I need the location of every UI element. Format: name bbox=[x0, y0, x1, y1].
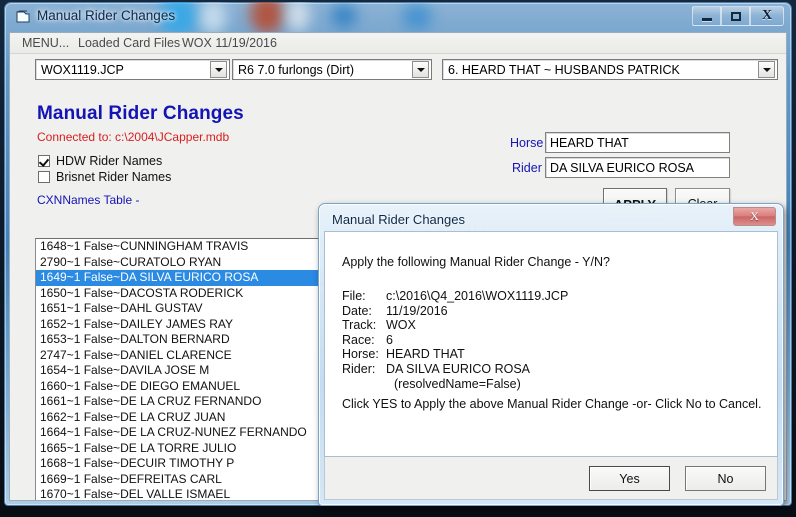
race-combo-value: R6 7.0 furlongs (Dirt) bbox=[238, 62, 355, 77]
list-item[interactable]: 1652~1 False~DAILEY JAMES RAY bbox=[36, 317, 324, 333]
dialog-question: Apply the following Manual Rider Change … bbox=[342, 255, 610, 269]
title-bar[interactable]: Manual Rider Changes X bbox=[4, 2, 792, 32]
entry-combo-value: 6. HEARD THAT ~ HUSBANDS PATRICK bbox=[448, 62, 680, 77]
dialog-title: Manual Rider Changes bbox=[332, 212, 465, 227]
file-combo[interactable]: WOX1119.JCP bbox=[35, 59, 230, 80]
list-item[interactable]: 1648~1 False~CUNNINGHAM TRAVIS bbox=[36, 239, 324, 255]
menu-item-track-date[interactable]: WOX 11/19/2016 bbox=[182, 36, 277, 50]
dialog-detail-value: DA SILVA EURICO ROSA bbox=[386, 361, 531, 376]
list-item[interactable]: 1653~1 False~DALTON BERNARD bbox=[36, 332, 324, 348]
chevron-down-icon[interactable] bbox=[412, 61, 429, 78]
no-button[interactable]: No bbox=[685, 466, 766, 491]
list-item[interactable]: 1660~1 False~DE DIEGO EMANUEL bbox=[36, 379, 324, 395]
minimize-button[interactable] bbox=[692, 6, 721, 26]
list-item[interactable]: 2747~1 False~DANIEL CLARENCE bbox=[36, 348, 324, 364]
file-combo-value: WOX1119.JCP bbox=[41, 62, 124, 77]
menu-item-loaded-card-files[interactable]: Loaded Card Files bbox=[78, 36, 180, 50]
close-icon: X bbox=[750, 209, 759, 223]
horse-input[interactable]: HEARD THAT bbox=[545, 132, 730, 153]
dialog-detail-key: Race: bbox=[342, 332, 375, 347]
connection-status: Connected to: c:\2004\JCapper.mdb bbox=[37, 130, 230, 144]
dialog-body: Apply the following Manual Rider Change … bbox=[324, 231, 778, 457]
dialog-detail-value: 6 bbox=[386, 332, 393, 347]
list-item[interactable]: 1662~1 False~DE LA CRUZ JUAN bbox=[36, 410, 324, 426]
cxn-names-table-label: CXNNames Table - bbox=[37, 193, 140, 207]
list-item[interactable]: 1665~1 False~DE LA TORRE JULIO bbox=[36, 441, 324, 457]
checkbox-hdw-label: HDW Rider Names bbox=[56, 154, 163, 168]
list-item[interactable]: 2790~1 False~CURATOLO RYAN bbox=[36, 255, 324, 271]
dialog-resolved-name: (resolvedName=False) bbox=[394, 376, 521, 391]
confirm-dialog: Manual Rider Changes X Apply the followi… bbox=[318, 203, 784, 506]
list-item[interactable]: 1649~1 False~DA SILVA EURICO ROSA bbox=[36, 270, 324, 286]
list-item[interactable]: 1670~1 False~DEL VALLE ISMAEL bbox=[36, 487, 324, 500]
glass-reflection bbox=[331, 4, 357, 28]
yes-button[interactable]: Yes bbox=[589, 466, 670, 491]
dialog-detail-key: File: bbox=[342, 289, 366, 303]
window-document-icon bbox=[16, 10, 30, 23]
cxn-names-listbox[interactable]: 1648~1 False~CUNNINGHAM TRAVIS 2790~1 Fal… bbox=[35, 238, 325, 500]
dialog-detail-row: Race: 6 bbox=[342, 333, 568, 348]
list-item[interactable]: 1664~1 False~DE LA CRUZ-NUNEZ FERNANDO bbox=[36, 425, 324, 441]
glass-reflection bbox=[200, 2, 226, 32]
list-item[interactable]: 1651~1 False~DAHL GUSTAV bbox=[36, 301, 324, 317]
dialog-detail-key: Horse: bbox=[342, 347, 379, 362]
glass-reflection bbox=[250, 2, 284, 32]
dialog-detail-value: 11/19/2016 bbox=[386, 303, 448, 318]
dialog-detail-row: File: c:\2016\Q4_2016\WOX1119.JCP bbox=[342, 289, 568, 304]
glass-reflection bbox=[402, 4, 432, 30]
checkbox-unchecked-icon[interactable] bbox=[38, 171, 50, 183]
dialog-detail-value: HEARD THAT bbox=[386, 347, 465, 362]
checkbox-brisnet-rider-names[interactable]: Brisnet Rider Names bbox=[38, 170, 171, 184]
close-button[interactable]: X bbox=[750, 6, 784, 26]
menu-strip: MENU... Loaded Card Files WOX 11/19/2016 bbox=[10, 33, 786, 54]
entry-combo[interactable]: 6. HEARD THAT ~ HUSBANDS PATRICK bbox=[442, 59, 778, 80]
list-item[interactable]: 1668~1 False~DECUIR TIMOTHY P bbox=[36, 456, 324, 472]
checkbox-brisnet-label: Brisnet Rider Names bbox=[56, 170, 172, 184]
dialog-detail-row: Horse: HEARD THAT bbox=[342, 347, 568, 362]
window-title: Manual Rider Changes bbox=[37, 8, 176, 23]
close-icon: X bbox=[761, 8, 773, 23]
dialog-detail-value: WOX bbox=[386, 318, 416, 333]
maximize-button[interactable] bbox=[721, 6, 750, 26]
dialog-footer: Yes No bbox=[324, 457, 778, 500]
race-combo[interactable]: R6 7.0 furlongs (Dirt) bbox=[232, 59, 432, 80]
list-item[interactable]: 1654~1 False~DAVILA JOSE M bbox=[36, 363, 324, 379]
dialog-detail-key: Date: bbox=[342, 303, 372, 318]
dialog-details: File: c:\2016\Q4_2016\WOX1119.JCP Date: 11/… bbox=[342, 289, 568, 391]
dialog-detail-row: Track: WOX bbox=[342, 318, 568, 333]
dialog-detail-row: Rider: DA SILVA EURICO ROSA bbox=[342, 362, 568, 377]
chevron-down-icon[interactable] bbox=[758, 61, 775, 78]
checkbox-checked-icon[interactable] bbox=[38, 155, 50, 167]
rider-label: Rider - bbox=[512, 161, 550, 175]
list-item[interactable]: 1669~1 False~DEFREITAS CARL bbox=[36, 472, 324, 488]
dialog-detail-row: Date: 11/19/2016 bbox=[342, 304, 568, 319]
chevron-down-icon[interactable] bbox=[210, 61, 227, 78]
page-title: Manual Rider Changes bbox=[37, 103, 244, 124]
dialog-detail-value: c:\2016\Q4_2016\WOX1119.JCP bbox=[386, 289, 569, 303]
menu-item-menu[interactable]: MENU... bbox=[22, 36, 69, 50]
list-item[interactable]: 1661~1 False~DE LA CRUZ FERNANDO bbox=[36, 394, 324, 410]
dialog-close-button[interactable]: X bbox=[733, 207, 776, 226]
list-item[interactable]: 1650~1 False~DACOSTA RODERICK bbox=[36, 286, 324, 302]
dialog-detail-key: Track: bbox=[342, 318, 377, 333]
checkbox-hdw-rider-names[interactable]: HDW Rider Names bbox=[38, 154, 162, 168]
dialog-detail-key: Rider: bbox=[342, 361, 376, 376]
dialog-instruction: Click YES to Apply the above Manual Ride… bbox=[342, 397, 762, 411]
glass-reflection bbox=[287, 2, 309, 32]
rider-input[interactable]: DA SILVA EURICO ROSA bbox=[545, 157, 730, 178]
